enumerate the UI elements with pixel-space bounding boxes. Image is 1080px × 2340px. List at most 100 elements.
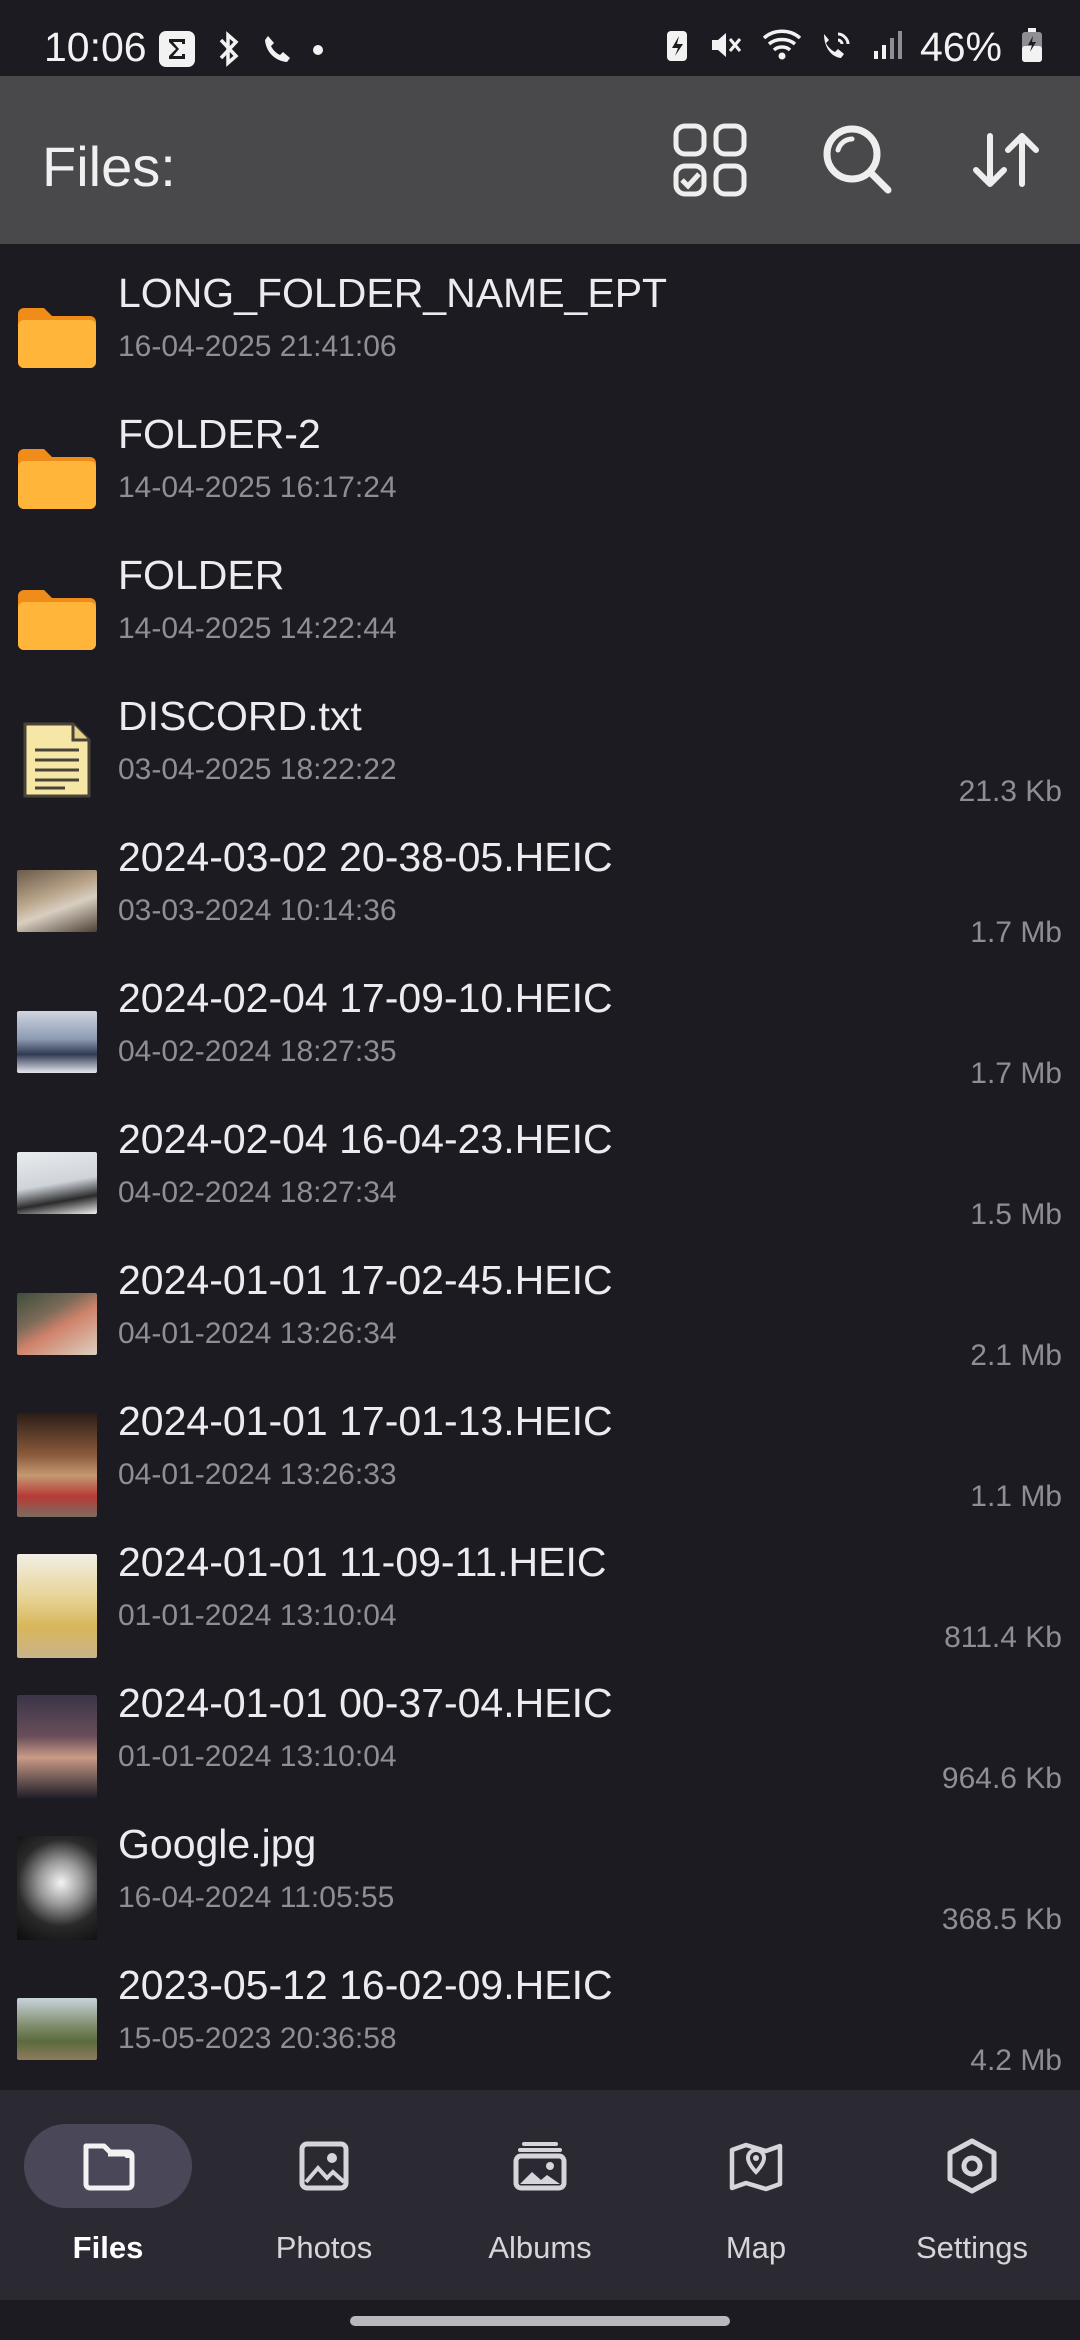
bottom-navigation: Files Photos Albums Map Settings <box>0 2090 1080 2300</box>
mute-icon <box>708 27 744 68</box>
file-date: 04-01-2024 13:26:33 <box>118 1458 397 1491</box>
folder-icon <box>16 425 98 531</box>
albums-icon <box>510 2136 570 2196</box>
folder-icon <box>16 284 98 390</box>
file-list: LONG_FOLDER_NAME_EPT 16-04-2025 21:41:06 F… <box>0 254 1080 2087</box>
wifi-icon <box>762 28 802 67</box>
gesture-bar-area <box>0 2300 1080 2340</box>
photo-thumbnail <box>16 1835 98 1941</box>
files-icon <box>78 2136 138 2196</box>
bluetooth-icon <box>216 30 242 73</box>
file-row[interactable]: 2024-02-04 17-09-10.HEIC 04-02-2024 18:27… <box>0 959 1080 1100</box>
nav-label: Photos <box>275 2230 373 2265</box>
wifi-call-icon <box>820 28 854 67</box>
status-time: 10:06 <box>44 24 147 70</box>
file-size: 4.2 Mb <box>970 2044 1062 2077</box>
nav-label: Albums <box>488 2230 592 2265</box>
file-row[interactable]: Google.jpg 16-04-2024 11:05:55 368.5 Kb <box>0 1805 1080 1946</box>
folder-row[interactable]: FOLDER-2 14-04-2025 16:17:24 <box>0 395 1080 536</box>
home-indicator[interactable] <box>350 2316 730 2326</box>
thumbnail-image <box>17 1413 97 1517</box>
file-name: 2024-02-04 16-04-23.HEIC <box>118 1116 613 1162</box>
nav-photos[interactable]: Photos <box>216 2090 432 2300</box>
page-title: Files: <box>42 135 176 198</box>
file-name: FOLDER-2 <box>118 411 321 457</box>
file-name: 2024-03-02 20-38-05.HEIC <box>118 834 613 880</box>
file-name: LONG_FOLDER_NAME_EPT <box>118 270 668 316</box>
file-row[interactable]: 2024-02-04 16-04-23.HEIC 04-02-2024 18:27… <box>0 1100 1080 1241</box>
nav-map[interactable]: Map <box>648 2090 864 2300</box>
thumbnail-image <box>17 1293 97 1355</box>
nav-label: Settings <box>915 2230 1028 2265</box>
file-name: FOLDER <box>118 552 285 598</box>
file-name: 2023-05-12 16-02-09.HEIC <box>118 1962 613 2008</box>
thumbnail-image <box>17 1152 97 1214</box>
file-name: Google.jpg <box>118 1821 317 1867</box>
nav-label: Map <box>725 2230 787 2265</box>
file-row[interactable]: 2024-01-01 17-01-13.HEIC 04-01-2024 13:26… <box>0 1382 1080 1523</box>
nav-albums[interactable]: Albums <box>432 2090 648 2300</box>
folder-row[interactable]: LONG_FOLDER_NAME_EPT 16-04-2025 21:41:06 <box>0 254 1080 395</box>
file-row[interactable]: DISCORD.txt 03-04-2025 18:22:22 21.3 Kb <box>0 677 1080 818</box>
sort-icon <box>973 133 1039 187</box>
file-date: 04-01-2024 13:26:34 <box>118 1317 397 1350</box>
battery-percent: 46% <box>919 24 1002 70</box>
thumbnail-image <box>17 1695 97 1799</box>
nav-files[interactable]: Files <box>0 2090 216 2300</box>
file-date: 04-02-2024 18:27:35 <box>118 1035 397 1068</box>
file-size: 21.3 Kb <box>958 775 1062 808</box>
status-system-icons: 46% <box>664 24 1044 71</box>
file-date: 03-03-2024 10:14:36 <box>118 894 397 927</box>
file-name: 2024-01-01 17-02-45.HEIC <box>118 1257 613 1303</box>
file-name: 2024-01-01 17-01-13.HEIC <box>118 1398 613 1444</box>
top-app-bar: Files: <box>0 76 1080 244</box>
search-icon <box>823 125 892 194</box>
file-size: 964.6 Kb <box>941 1762 1062 1795</box>
file-size: 811.4 Kb <box>944 1621 1062 1654</box>
nav-settings[interactable]: Settings <box>864 2090 1080 2300</box>
folder-row[interactable]: FOLDER 14-04-2025 14:22:44 <box>0 536 1080 677</box>
photo-thumbnail <box>16 1271 98 1377</box>
file-size: 1.7 Mb <box>970 1057 1062 1090</box>
file-date: 14-04-2025 14:22:44 <box>118 612 397 645</box>
file-row[interactable]: 2024-01-01 00-37-04.HEIC 01-01-2024 13:10… <box>0 1664 1080 1805</box>
file-date: 16-04-2025 21:41:06 <box>118 330 397 363</box>
settings-icon <box>942 2136 1002 2196</box>
photo-thumbnail <box>16 1976 98 2082</box>
file-name: 2024-02-04 17-09-10.HEIC <box>118 975 613 1021</box>
select-mode-button[interactable] <box>668 118 752 202</box>
photo-thumbnail <box>16 1694 98 1800</box>
file-size: 368.5 Kb <box>941 1903 1062 1936</box>
file-row[interactable]: 2024-03-02 20-38-05.HEIC 03-03-2024 10:14… <box>0 818 1080 959</box>
photo-thumbnail <box>16 989 98 1095</box>
nav-label: Files <box>72 2230 144 2265</box>
search-button[interactable] <box>816 118 900 202</box>
phone-call-icon <box>262 32 292 71</box>
photo-thumbnail <box>16 1130 98 1236</box>
file-row[interactable]: 2024-01-01 11-09-11.HEIC 01-01-2024 13:10… <box>0 1523 1080 1664</box>
text-file-icon <box>16 707 98 813</box>
file-date: 03-04-2025 18:22:22 <box>118 753 397 786</box>
file-date: 15-05-2023 20:36:58 <box>118 2022 397 2055</box>
file-row[interactable]: 2024-01-01 17-02-45.HEIC 04-01-2024 13:26… <box>0 1241 1080 1382</box>
dot-icon <box>312 43 324 61</box>
sort-button[interactable] <box>964 118 1048 202</box>
thumbnail-image <box>17 1998 97 2060</box>
file-size: 1.7 Mb <box>970 916 1062 949</box>
file-name: 2024-01-01 11-09-11.HEIC <box>118 1539 607 1585</box>
battery-charging-icon <box>1020 26 1044 69</box>
signal-icon <box>872 29 902 66</box>
file-row[interactable]: 2023-05-12 16-02-09.HEIC 15-05-2023 20:36… <box>0 1946 1080 2087</box>
folder-icon <box>16 566 98 672</box>
file-size: 1.5 Mb <box>970 1198 1062 1231</box>
thumbnail-image <box>17 870 97 932</box>
thumbnail-image <box>17 1554 97 1658</box>
photo-thumbnail <box>16 1412 98 1518</box>
thumbnail-image <box>17 1836 97 1940</box>
thumbnail-image <box>17 1011 97 1073</box>
file-date: 14-04-2025 16:17:24 <box>118 471 397 504</box>
file-size: 1.1 Mb <box>970 1480 1062 1513</box>
status-notification-icons <box>158 30 324 73</box>
photo-thumbnail <box>16 1553 98 1659</box>
file-date: 16-04-2024 11:05:55 <box>118 1881 395 1914</box>
